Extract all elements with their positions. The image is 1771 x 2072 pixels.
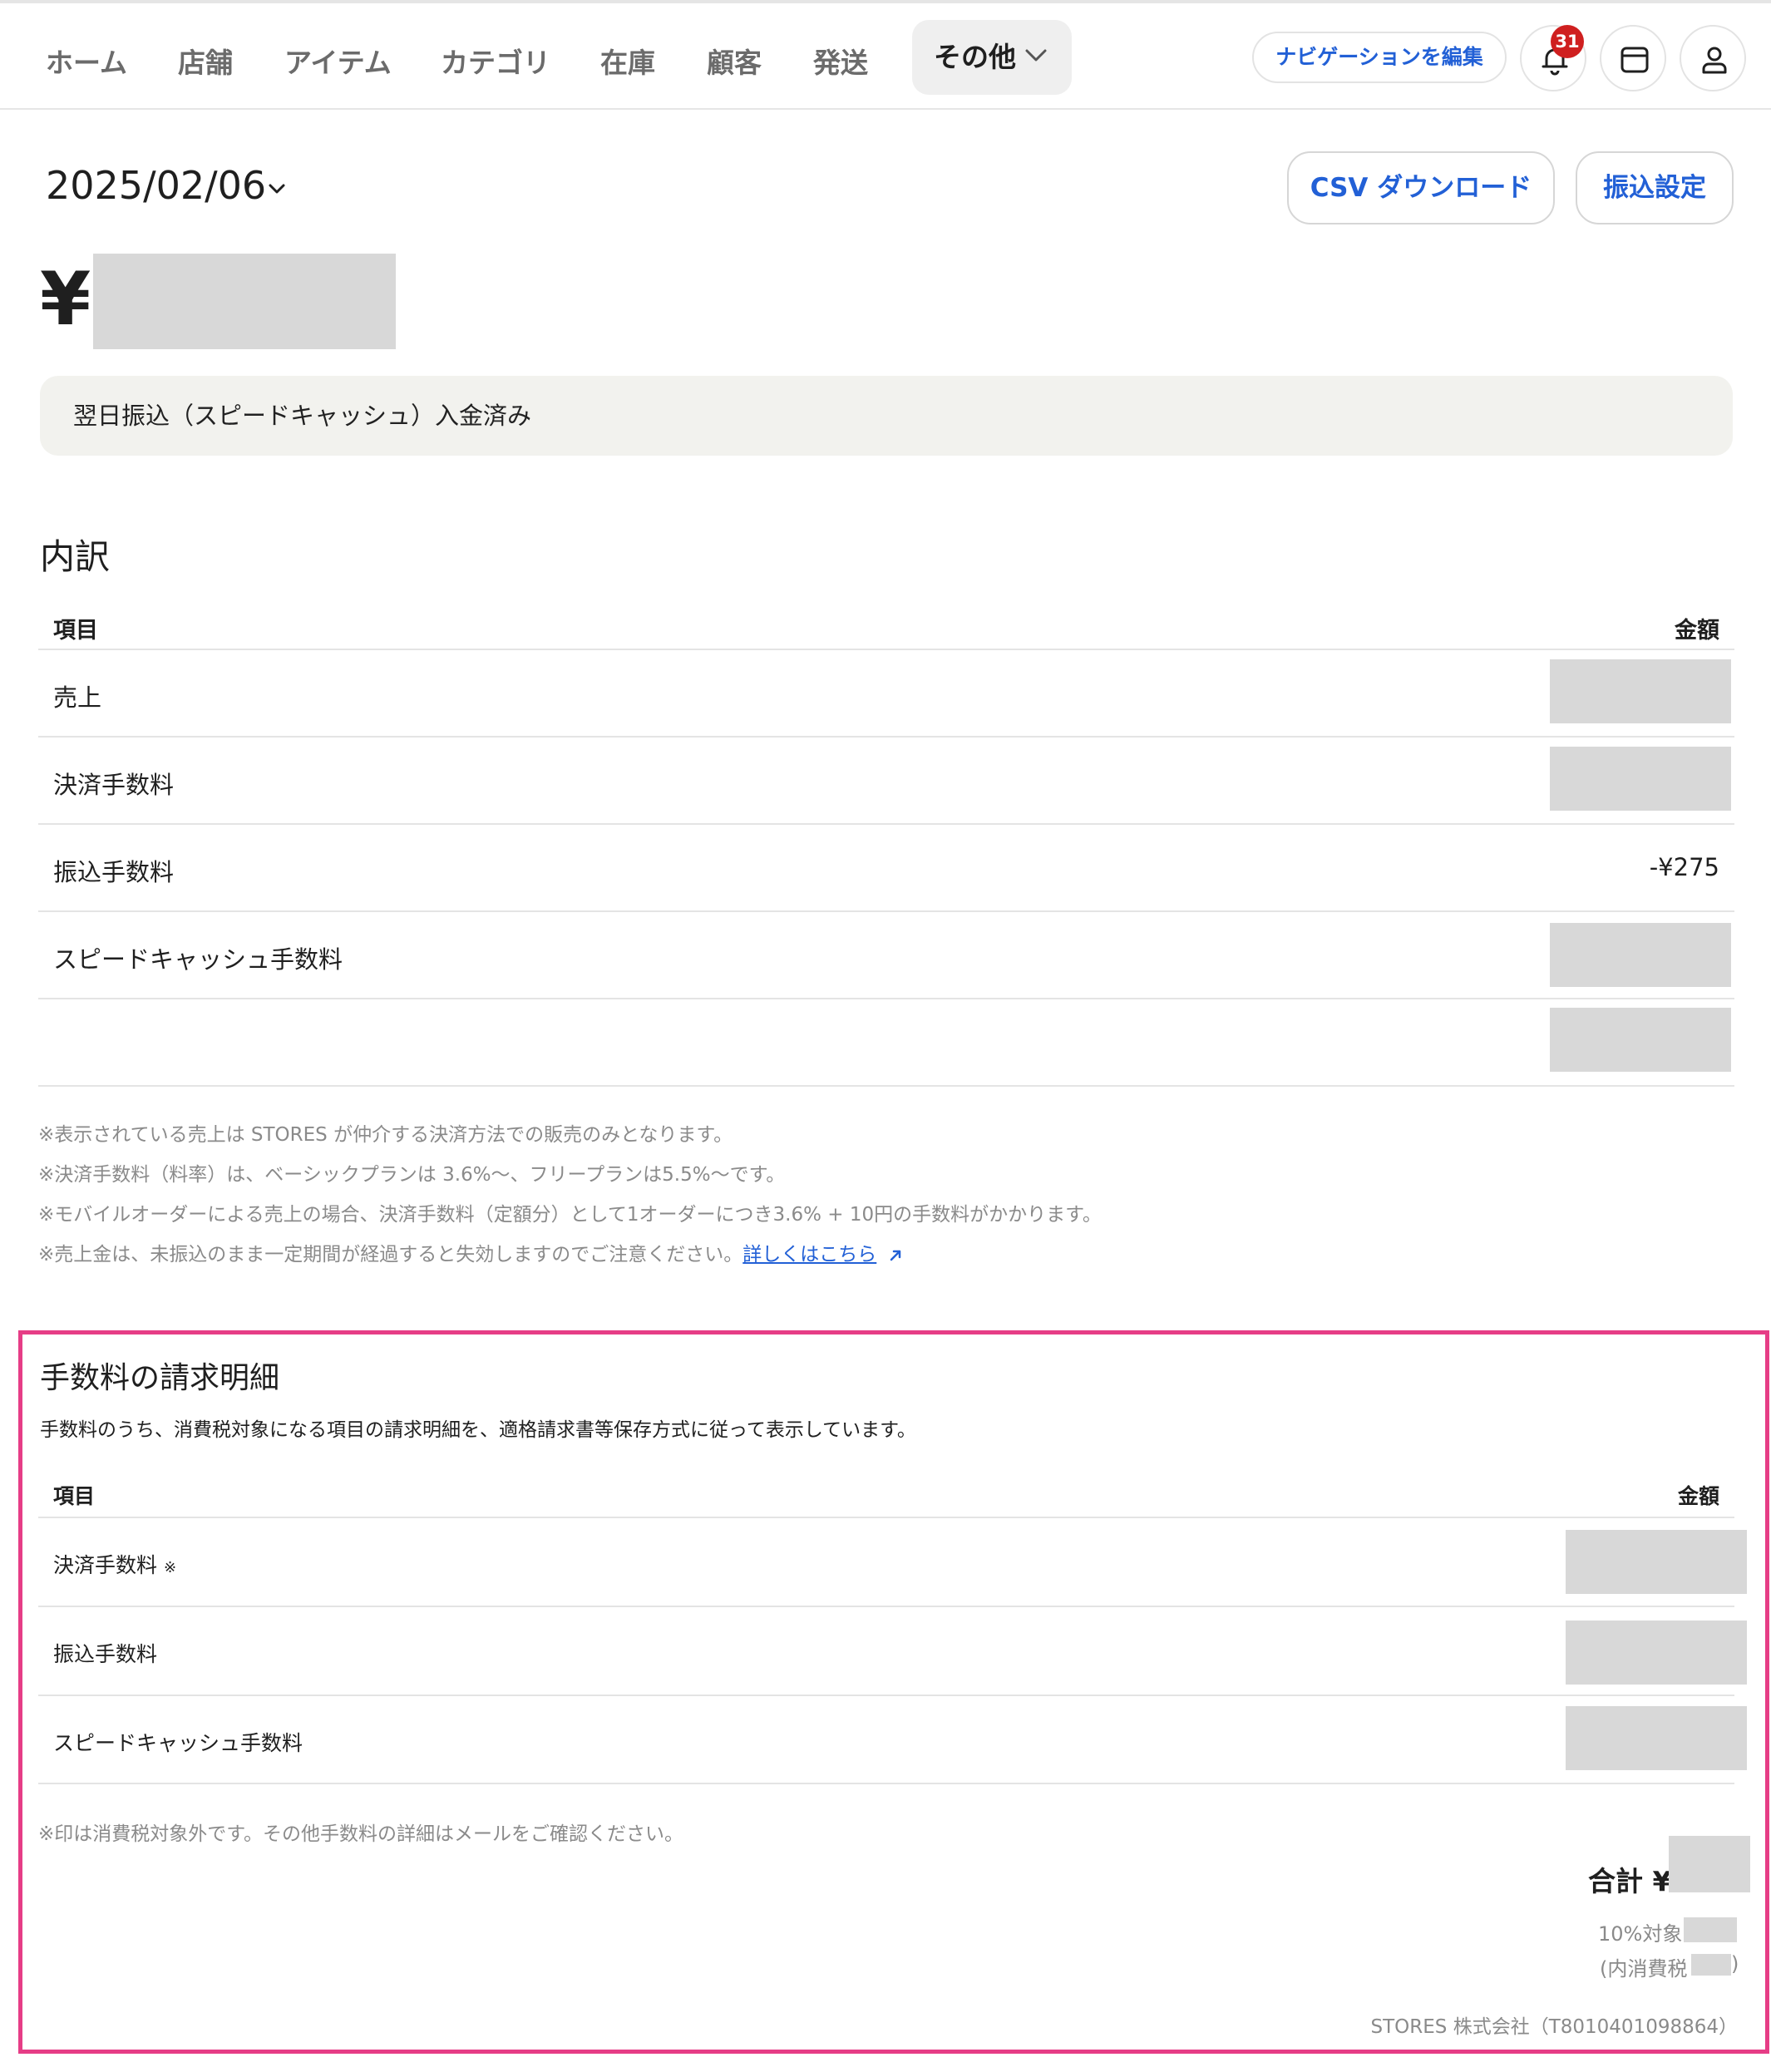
top-navigation: ホーム 店舗 アイテム カテゴリ 在庫 顧客 発送 その他 ナビゲーションを編集… <box>0 3 1771 110</box>
invoice-row-payment-fee-text: 決済手数料 <box>53 1553 158 1577</box>
tax-exempt-mark: ※ <box>163 1559 177 1576</box>
table-divider <box>38 1695 1734 1696</box>
tax-included-close: ) <box>1731 1952 1739 1976</box>
note-sales-scope: ※表示されている売上は STORES が仲介する決済方法での販売のみとなります。 <box>38 1124 733 1146</box>
tax-included-amount-redacted <box>1691 1954 1731 1976</box>
row-amount-total-redacted <box>1550 1008 1731 1072</box>
note-mobile-order: ※モバイルオーダーによる売上の場合、決済手数料（定額分）として1オーダーにつき3… <box>38 1204 1102 1226</box>
csv-download-button[interactable]: CSV ダウンロード <box>1287 151 1555 224</box>
note-fee-rate: ※決済手数料（料率）は、ベーシックプランは 3.6%〜、フリープランは5.5%〜… <box>38 1164 786 1186</box>
store-button[interactable] <box>1600 25 1666 91</box>
chevron-down-icon <box>1025 49 1047 62</box>
row-label-sales: 売上 <box>53 683 102 712</box>
chevron-down-icon[interactable] <box>268 183 286 195</box>
external-link-icon <box>890 1250 900 1260</box>
invoice-note: ※印は消費税対象外です。その他手数料の詳細はメールをご確認ください。 <box>38 1823 683 1845</box>
store-icon <box>1621 47 1649 73</box>
transfer-amount-redacted <box>93 254 396 349</box>
invoice-row-amount-payment-fee-redacted <box>1566 1530 1747 1594</box>
nav-customers[interactable]: 顧客 <box>707 27 762 100</box>
user-icon <box>1702 47 1727 74</box>
details-link[interactable]: 詳しくはこちら <box>742 1244 876 1265</box>
table-divider <box>38 910 1734 912</box>
row-label-payment-fee: 決済手数料 <box>53 771 175 799</box>
table-divider <box>38 1783 1734 1784</box>
row-amount-sales-redacted <box>1550 659 1731 723</box>
invoice-row-label-transfer-fee: 振込手数料 <box>53 1642 158 1666</box>
notification-count-badge: 31 <box>1551 25 1584 58</box>
invoice-row-amount-transfer-fee-redacted <box>1566 1621 1747 1685</box>
nav-home[interactable]: ホーム <box>46 27 127 100</box>
nav-items[interactable]: アイテム <box>284 27 392 100</box>
invoice-column-header-item: 項目 <box>53 1484 96 1508</box>
note-expiration-text: ※売上金は、未振込のまま一定期間が経過すると失効しますのでご注意ください。 <box>38 1244 743 1265</box>
invoice-row-amount-speed-cash-fee-redacted <box>1566 1706 1747 1770</box>
company-registration: STORES 株式会社（T8010401098864） <box>1370 2016 1738 2038</box>
column-header-amount: 金額 <box>1675 618 1719 644</box>
table-divider <box>38 1085 1734 1087</box>
tax-target-label: 10%対象 <box>1598 1922 1683 1946</box>
tax-included-open: (内消費税 <box>1600 1957 1688 1981</box>
nav-more-menu[interactable]: その他 <box>912 20 1072 95</box>
invoice-row-label-payment-fee: 決済手数料 ※ <box>53 1549 176 1579</box>
transfer-settings-button[interactable]: 振込設定 <box>1576 151 1734 224</box>
row-amount-payment-fee-redacted <box>1550 747 1731 811</box>
account-button[interactable] <box>1680 25 1746 91</box>
nav-inventory[interactable]: 在庫 <box>600 27 655 100</box>
row-amount-speed-cash-fee-redacted <box>1550 923 1731 987</box>
nav-more-label: その他 <box>934 41 1016 73</box>
transfer-status-banner: 翌日振込（スピードキャッシュ）入金済み <box>40 376 1733 456</box>
nav-store[interactable]: 店舗 <box>178 27 233 100</box>
note-expiration: ※売上金は、未振込のまま一定期間が経過すると失効しますのでご注意ください。詳しく… <box>38 1238 903 1266</box>
transfer-status-text: 翌日振込（スピードキャッシュ）入金済み <box>73 402 532 430</box>
invoice-total-amount-redacted <box>1669 1836 1750 1892</box>
nav-shipping[interactable]: 発送 <box>813 27 868 100</box>
transfer-amount-symbol: ¥ <box>40 256 91 342</box>
column-header-item: 項目 <box>53 618 98 644</box>
tax-target-amount-redacted <box>1684 1917 1737 1942</box>
table-divider <box>38 823 1734 825</box>
table-divider <box>38 1606 1734 1607</box>
date-selector[interactable]: 2025/02/06 <box>46 163 266 208</box>
row-amount-transfer-fee: -¥275 <box>1649 853 1719 881</box>
invoice-row-label-speed-cash-fee: スピードキャッシュ手数料 <box>53 1731 303 1755</box>
edit-navigation-button[interactable]: ナビゲーションを編集 <box>1252 32 1507 83</box>
invoice-column-header-amount: 金額 <box>1677 1484 1719 1508</box>
invoice-title: 手数料の請求明細 <box>40 1361 280 1395</box>
table-divider <box>38 1517 1734 1518</box>
invoice-total-label: 合計 ¥ <box>1588 1865 1672 1897</box>
row-label-speed-cash-fee: スピードキャッシュ手数料 <box>53 945 343 974</box>
invoice-description: 手数料のうち、消費税対象になる項目の請求明細を、適格請求書等保存方式に従って表示… <box>40 1419 916 1441</box>
table-divider <box>38 736 1734 738</box>
table-divider <box>38 649 1734 650</box>
nav-category[interactable]: カテゴリ <box>441 27 550 100</box>
table-divider <box>38 998 1734 999</box>
breakdown-title: 内訳 <box>40 536 111 577</box>
row-label-transfer-fee: 振込手数料 <box>53 858 175 886</box>
